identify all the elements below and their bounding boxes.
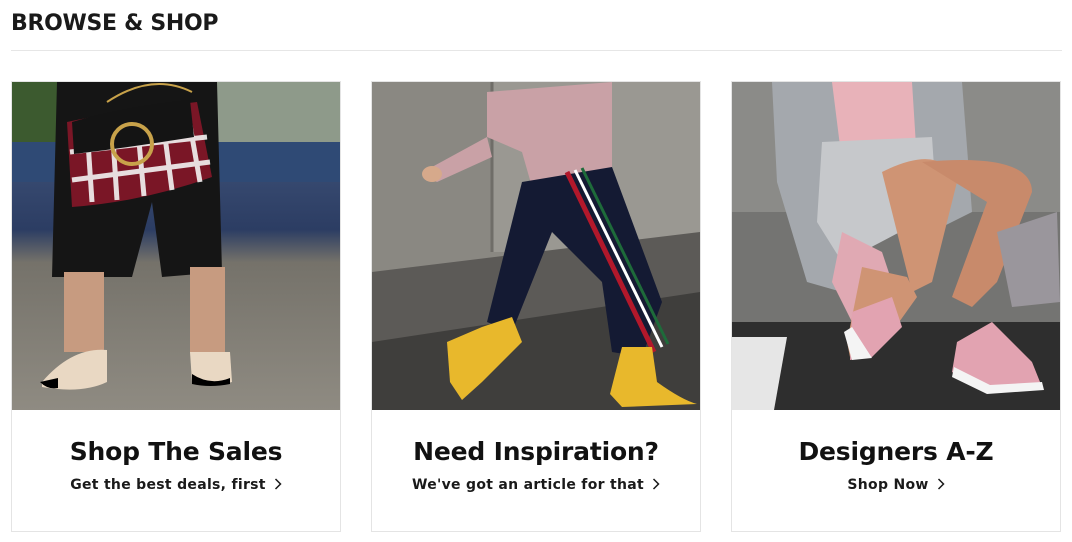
section-divider <box>11 50 1062 51</box>
chevron-right-icon <box>652 478 660 494</box>
card-cta-label[interactable]: Get the best deals, first <box>70 477 266 493</box>
card-cta-label[interactable]: We've got an article for that <box>412 477 644 493</box>
card-cta-link[interactable]: Get the best deals, first <box>12 477 340 494</box>
card-need-inspiration[interactable]: Need Inspiration? We've got an article f… <box>371 81 701 532</box>
card-image-designers[interactable] <box>732 82 1060 410</box>
card-heading[interactable]: Designers A-Z <box>732 437 1060 466</box>
card-cta-link[interactable]: Shop Now <box>732 477 1060 494</box>
card-shop-the-sales[interactable]: Shop The Sales Get the best deals, first <box>11 81 341 532</box>
section-title: BROWSE & SHOP <box>11 11 219 36</box>
card-heading[interactable]: Shop The Sales <box>12 437 340 466</box>
chevron-right-icon <box>274 478 282 494</box>
card-image-sales[interactable] <box>12 82 340 410</box>
card-heading[interactable]: Need Inspiration? <box>372 437 700 466</box>
card-cta-label[interactable]: Shop Now <box>847 477 928 493</box>
chevron-right-icon <box>937 478 945 494</box>
card-designers-a-z[interactable]: Designers A-Z Shop Now <box>731 81 1061 532</box>
card-image-inspiration[interactable] <box>372 82 700 410</box>
card-cta-link[interactable]: We've got an article for that <box>372 477 700 494</box>
